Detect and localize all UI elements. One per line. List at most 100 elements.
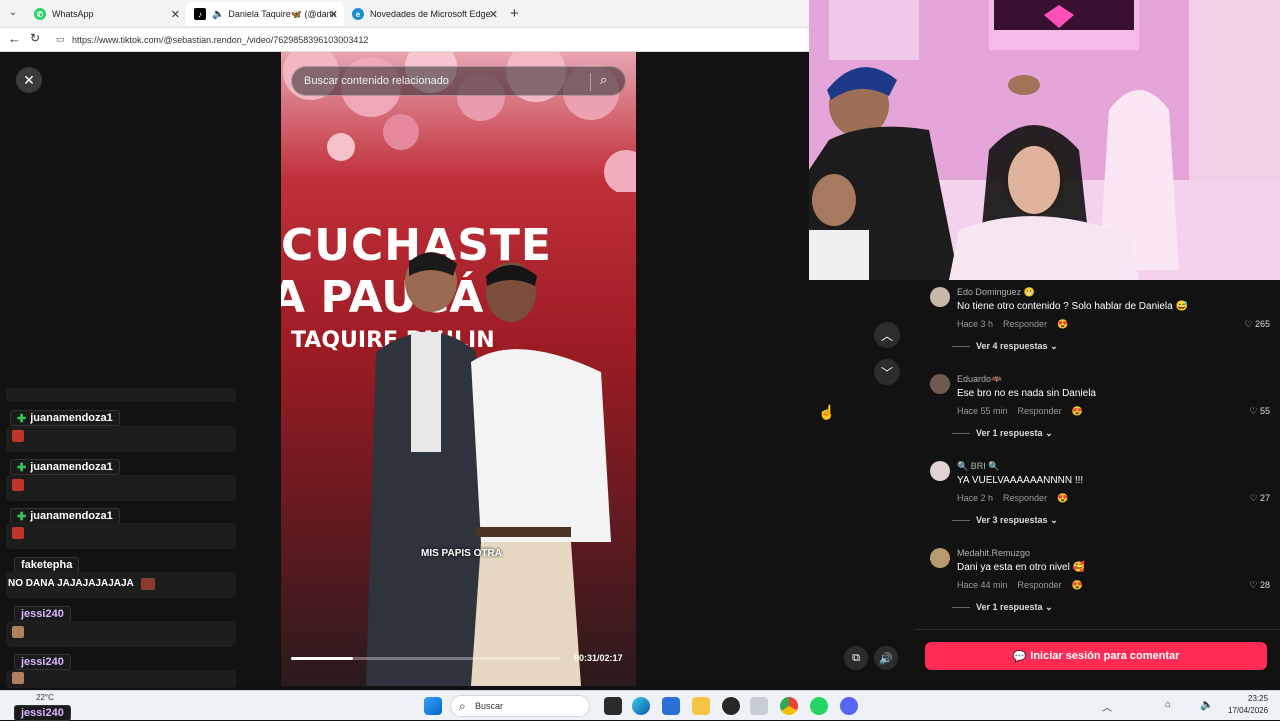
chat-username[interactable]: jessi240 (14, 705, 71, 721)
chat-message-text: NO DANA JAJAJAJAJAJA (8, 578, 134, 589)
chat-username-label: jessi240 (21, 608, 64, 620)
like-button[interactable]: ♡ 27 (1249, 493, 1270, 504)
moderator-plus-icon: ✚ (17, 510, 27, 523)
search-icon[interactable]: ⌕ (600, 72, 607, 88)
tab-bar: ⌄ ✆ WhatsApp ✕ ♪ 🔈 Daniela Taquire🦋 (@da… (0, 0, 810, 28)
avatar[interactable] (930, 461, 950, 481)
weather-temp[interactable]: 22°C (36, 693, 54, 702)
chevron-up-icon[interactable]: ︿ (1102, 699, 1112, 714)
tab-edge-news[interactable]: e Novedades de Microsoft Edge ✕ (344, 2, 504, 26)
whatsapp-icon[interactable] (810, 697, 828, 715)
reaction-icon[interactable]: 😍 (1072, 406, 1083, 417)
view-replies-button[interactable]: Ver 3 respuestas ⌄ (976, 515, 1058, 526)
chat-message-row (6, 621, 236, 647)
volume-button[interactable]: 🔊 (874, 646, 898, 670)
clock-time[interactable]: 23:25 (1248, 694, 1268, 703)
store-icon[interactable] (662, 697, 680, 715)
new-tab-button[interactable]: + (510, 5, 519, 22)
discord-icon[interactable] (840, 697, 858, 715)
chrome-icon[interactable] (780, 697, 798, 715)
taskbar-search[interactable]: ⌕ Buscar (450, 695, 590, 717)
chat-username[interactable]: faketepha (14, 557, 80, 573)
clock-date[interactable]: 17/04/2026 (1228, 706, 1268, 715)
progress-track[interactable] (291, 657, 561, 660)
start-menu-icon[interactable] (424, 697, 442, 715)
refresh-icon[interactable]: ↻ (30, 31, 40, 45)
reply-button[interactable]: Responder (1018, 580, 1062, 591)
app-icon[interactable] (750, 697, 768, 715)
close-icon[interactable]: ✕ (329, 8, 338, 21)
chat-username-label: jessi240 (21, 707, 64, 719)
comment-text: Dani ya esta en otro nivel 🥰 (957, 562, 1086, 573)
related-search-box[interactable]: Buscar contenido relacionado ⌕ (291, 66, 626, 96)
view-replies-button[interactable]: Ver 4 respuestas ⌄ (976, 341, 1058, 352)
comment-time: Hace 44 min (957, 580, 1008, 590)
chat-message-row (6, 475, 236, 501)
chat-username[interactable]: ✚ juanamendoza1 (10, 410, 120, 426)
chat-username[interactable]: ✚ juanamendoza1 (10, 459, 120, 475)
login-to-comment-button[interactable]: 💬 Iniciar sesión para comentar (925, 642, 1267, 670)
volume-icon[interactable]: 🔈 (1200, 698, 1214, 711)
taskbar-search-label: Buscar (475, 701, 504, 711)
comment-user[interactable]: Medahit.Remuzgo (957, 548, 1030, 558)
comment-icon: 💬 (1012, 650, 1027, 663)
emote-icon (12, 626, 24, 638)
chat-username[interactable]: jessi240 (14, 654, 71, 670)
comments-panel: Edo Dominguez 😬 No tiene otro contenido … (914, 280, 1280, 686)
floating-player-button[interactable]: ⧉ (844, 646, 868, 670)
comment-user[interactable]: Edo Dominguez 😬 (957, 287, 1035, 298)
tab-whatsapp[interactable]: ✆ WhatsApp ✕ (26, 2, 186, 26)
comment-time: Hace 55 min (957, 406, 1008, 416)
previous-video-button[interactable]: ︿ (874, 322, 900, 348)
like-count: 28 (1259, 580, 1270, 590)
url-field[interactable]: ▭ https://www.tiktok.com/@sebastian.rend… (50, 31, 800, 49)
emote-icon (12, 672, 24, 684)
heart-icon: ♡ (1249, 580, 1258, 590)
back-arrow-icon[interactable]: ← (8, 31, 21, 46)
comment-user[interactable]: Eduardo🦇 (957, 374, 1002, 385)
file-explorer-icon[interactable] (692, 697, 710, 715)
reply-button[interactable]: Responder (1003, 493, 1047, 504)
like-button[interactable]: ♡ 55 (1249, 406, 1270, 417)
video-caption: MIS PAPIS OTRA (421, 548, 502, 559)
obs-icon[interactable] (722, 697, 740, 715)
close-icon[interactable]: ✕ (171, 8, 180, 21)
chat-message-row (6, 523, 236, 549)
close-icon[interactable]: ✕ (489, 8, 498, 21)
avatar[interactable] (930, 548, 950, 568)
tab-tiktok[interactable]: ♪ 🔈 Daniela Taquire🦋 (@daniela ✕ (186, 2, 344, 26)
search-input[interactable]: Buscar contenido relacionado (304, 75, 449, 87)
reply-button[interactable]: Responder (1018, 406, 1062, 417)
network-icon[interactable]: ⌂ (1165, 699, 1171, 710)
view-replies-button[interactable]: Ver 1 respuesta ⌄ (976, 428, 1053, 439)
site-info-icon[interactable]: ▭ (56, 34, 65, 45)
like-count: 265 (1254, 319, 1270, 329)
chat-username[interactable]: jessi240 (14, 606, 71, 622)
next-video-button[interactable]: ﹀ (874, 359, 900, 385)
reaction-icon[interactable]: 😍 (1057, 493, 1068, 504)
view-replies-button[interactable]: Ver 1 respuesta ⌄ (976, 602, 1053, 613)
emote-icon (12, 527, 24, 539)
like-button[interactable]: ♡ 28 (1249, 580, 1270, 591)
like-button[interactable]: ♡ 265 (1244, 319, 1270, 330)
reaction-icon[interactable]: 😍 (1057, 319, 1068, 330)
avatar[interactable] (930, 287, 950, 307)
task-view-icon[interactable] (604, 697, 622, 715)
reaction-icon[interactable]: 😍 (1072, 580, 1083, 591)
edge-icon: e (352, 8, 364, 20)
chevron-down-icon: ⌄ (1045, 428, 1053, 438)
comment-user[interactable]: 🔍 BRI 🔍 (957, 461, 999, 472)
tab-list-chevron-icon[interactable]: ⌄ (6, 7, 20, 21)
edge-icon[interactable] (632, 697, 650, 715)
speaker-icon[interactable]: 🔈 (212, 9, 224, 20)
reply-button[interactable]: Responder (1003, 319, 1047, 330)
avatar[interactable] (930, 374, 950, 394)
webcam-overlay (809, 0, 1280, 280)
video-player[interactable]: CUCHASTE A PAUCÁ TAQUIRE PAULIN Buscar c… (281, 52, 636, 686)
heart-icon: ♡ (1244, 319, 1253, 329)
chat-username[interactable]: ✚ juanamendoza1 (10, 508, 120, 524)
moderator-plus-icon: ✚ (17, 412, 27, 425)
close-viewer-button[interactable]: ✕ (16, 67, 42, 93)
heart-icon: ♡ (1249, 493, 1258, 503)
tab-label: Novedades de Microsoft Edge (370, 9, 491, 19)
